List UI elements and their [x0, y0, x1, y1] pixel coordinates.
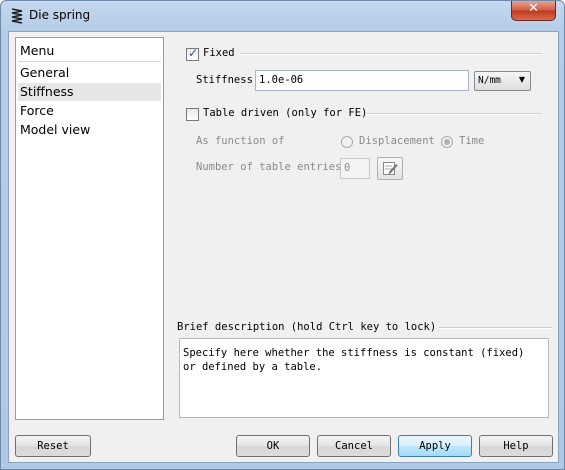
- stiffness-input[interactable]: 1.0e-06: [255, 70, 469, 91]
- fixed-checkbox[interactable]: ✓: [186, 46, 199, 61]
- fixed-label: Fixed: [203, 47, 235, 59]
- entries-value: 0: [344, 162, 351, 174]
- ok-button[interactable]: OK: [236, 435, 310, 457]
- time-label: Time: [459, 135, 485, 147]
- radio-selected-dot: [444, 139, 450, 145]
- menu-item-force[interactable]: Force: [18, 102, 161, 120]
- description-divider: [439, 327, 552, 329]
- table-group-divider: [367, 113, 542, 115]
- stiffness-label: Stiffness: [196, 74, 253, 86]
- menu-item-stiffness[interactable]: Stiffness: [18, 83, 161, 101]
- time-radio[interactable]: [441, 136, 453, 148]
- displacement-radio[interactable]: [341, 136, 353, 148]
- title-bar[interactable]: Die spring ✕: [1, 1, 564, 31]
- unit-dropdown[interactable]: N/mm ▼: [474, 71, 531, 91]
- function-label: As function of: [196, 135, 285, 147]
- cancel-button[interactable]: Cancel: [317, 435, 391, 457]
- edit-table-button[interactable]: [377, 157, 403, 180]
- spring-icon: [9, 7, 25, 25]
- displacement-label: Displacement: [359, 135, 435, 147]
- help-button[interactable]: Help: [479, 435, 553, 457]
- description-heading: Brief description (hold Ctrl key to lock…: [177, 321, 437, 333]
- menu-item-model-view[interactable]: Model view: [18, 121, 161, 139]
- window-title: Die spring: [29, 8, 91, 22]
- checkmark-icon: ✓: [188, 46, 199, 60]
- dialog-window: Die spring ✕ Menu General Stiffness Forc…: [0, 0, 565, 470]
- close-icon: ✕: [528, 1, 539, 16]
- table-driven-label: Table driven (only for FE): [203, 107, 368, 119]
- entries-input[interactable]: 0: [340, 158, 370, 179]
- description-box: Specify here whether the stiffness is co…: [179, 338, 549, 418]
- reset-button[interactable]: Reset: [15, 435, 91, 457]
- close-button[interactable]: ✕: [511, 1, 556, 21]
- fixed-group-divider: [240, 53, 542, 55]
- stiffness-value: 1.0e-06: [259, 74, 304, 86]
- apply-button[interactable]: Apply: [398, 435, 472, 457]
- description-text: Specify here whether the stiffness is co…: [183, 347, 525, 373]
- table-driven-checkbox[interactable]: [186, 108, 199, 121]
- menu-panel: Menu General Stiffness Force Model view: [15, 37, 164, 420]
- unit-value: N/mm: [478, 75, 501, 86]
- menu-header: Menu: [18, 41, 161, 62]
- chevron-down-icon: ▼: [518, 75, 525, 84]
- menu-item-general[interactable]: General: [18, 64, 161, 82]
- edit-icon: [382, 160, 398, 180]
- dialog-client: Menu General Stiffness Force Model view …: [8, 31, 559, 463]
- entries-label: Number of table entries: [196, 161, 342, 173]
